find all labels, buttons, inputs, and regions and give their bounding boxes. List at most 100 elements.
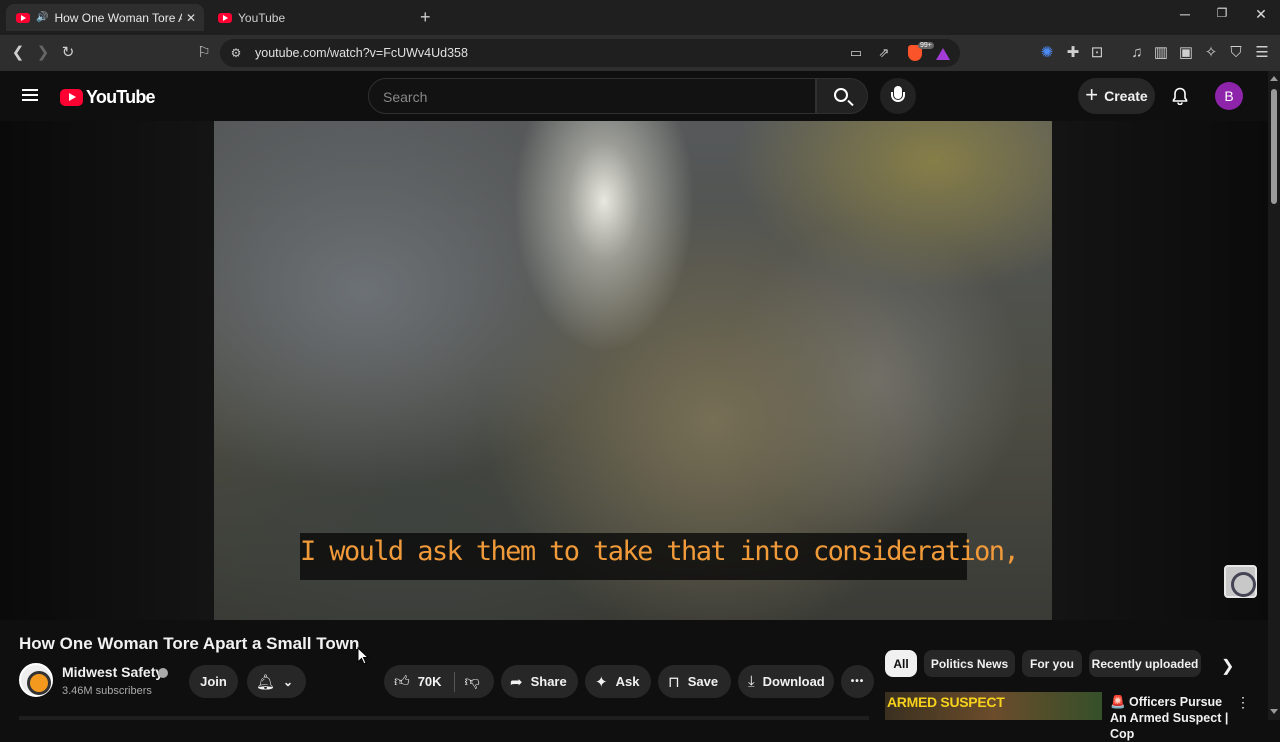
search-button[interactable] [816,78,868,114]
browser-tab-youtube[interactable]: YouTube [210,4,410,31]
recommendation-menu-icon[interactable]: ⋮ [1236,694,1250,711]
microphone-icon [891,86,905,102]
download-button[interactable]: ⤓ Download [738,665,834,698]
forward-arrow-icon[interactable]: ❯ [33,43,53,63]
tab-title: How One Woman Tore Apart [54,10,183,25]
download-icon: ⤓ [748,673,755,690]
verified-badge-icon [158,668,168,678]
chip-all[interactable]: All [885,650,917,677]
guide-menu-icon[interactable] [22,89,38,101]
more-dots-icon: ••• [850,676,865,687]
minimize-button[interactable]: ─ [1175,6,1195,22]
voice-search-button[interactable] [880,78,916,114]
shields-count-badge: 99+ [918,42,934,49]
chip-recently-uploaded[interactable]: Recently uploaded [1089,650,1201,677]
download-label: Download [762,674,825,689]
account-avatar[interactable]: B [1215,82,1243,110]
recommendation-title[interactable]: 🚨 Officers Pursue An Armed Suspect | Cop [1110,694,1230,742]
join-button[interactable]: Join [189,665,238,698]
sparkle-icon: ✦ [595,673,608,691]
sidebar-toggle-icon[interactable]: ▥ [1151,43,1171,63]
bookmark-icon[interactable]: ⚐ [194,43,214,63]
media-control-icon[interactable]: ♫ [1127,43,1147,63]
youtube-header: YouTube Search + Create B [0,71,1268,121]
page-scrollbar[interactable] [1268,71,1280,720]
video-title: How One Woman Tore Apart a Small Town [19,634,360,653]
channel-watermark-icon[interactable] [1224,565,1257,598]
notifications-bell-icon[interactable] [1171,87,1189,105]
chip-label: Recently uploaded [1091,656,1199,671]
chip-politics-news[interactable]: Politics News [924,650,1015,677]
channel-name[interactable]: Midwest Safety [62,664,163,680]
youtube-logo[interactable]: YouTube [60,87,156,108]
share-page-icon[interactable]: ⇗ [874,43,894,63]
video-caption: I would ask them to take that into consi… [300,536,1020,567]
reload-icon[interactable]: ↻ [58,43,78,63]
plus-icon: + [1085,82,1099,107]
speaker-icon[interactable]: 🔊 [36,12,48,23]
search-icon [834,88,848,102]
search-placeholder: Search [383,89,428,105]
youtube-play-logo-icon [60,89,83,106]
share-label: Share [530,674,567,689]
search-input[interactable]: Search [368,78,816,114]
bell-icon: 🔔︎ [256,673,276,691]
join-label: Join [200,674,227,689]
chip-label: Politics News [930,656,1009,671]
back-arrow-icon[interactable]: ❮ [8,43,28,63]
more-actions-button[interactable]: ••• [841,665,874,698]
save-button[interactable]: ⊓ Save [658,665,731,698]
share-arrow-icon: ➦ [510,673,523,691]
like-count[interactable]: 70K [418,674,442,689]
chip-label: All [893,656,909,671]
chip-label: For you [1030,656,1074,671]
new-tab-button[interactable]: + [420,7,431,28]
thumbnail-text: ARMED SUSPECT [887,694,1005,710]
chip-for-you[interactable]: For you [1022,650,1082,677]
url-text: youtube.com/watch?v=FcUWv4Ud358 [255,46,468,60]
ask-button[interactable]: ✦ Ask [585,665,651,698]
like-divider [453,671,455,692]
mouse-cursor-icon [357,647,369,665]
extension-globe-icon[interactable]: ✺ [1037,43,1057,63]
chevron-down-icon: ⌄ [283,674,294,689]
close-window-button[interactable]: ✕ [1251,6,1271,23]
browser-toolbar: ❮ ❯ ↻ ⚐ ⚙ youtube.com/watch?v=FcUWv4Ud35… [0,35,1280,71]
site-info-icon[interactable]: ⚙ [226,43,246,63]
like-dislike-group: 👍︎ 70K 👎︎ [384,665,494,698]
tab-close-icon[interactable]: ✕ [186,11,196,25]
screenshot-icon[interactable]: ⊡ [1087,43,1107,63]
create-button[interactable]: + Create [1078,78,1155,114]
browser-menu-icon[interactable]: ☰ [1252,43,1272,63]
youtube-favicon-icon [218,12,232,23]
scrollbar-thumb[interactable] [1271,89,1277,204]
comments-section-edge [19,716,869,720]
scroll-down-arrow-icon[interactable] [1270,709,1278,714]
youtube-logo-text: YouTube [86,87,156,107]
share-button[interactable]: ➦ Share [501,665,578,698]
scroll-up-arrow-icon[interactable] [1270,76,1278,81]
extensions-puzzle-icon[interactable]: ✚ [1063,43,1083,63]
thumbs-down-icon[interactable]: 👎︎ [465,673,480,691]
youtube-favicon-icon [16,12,30,23]
channel-avatar[interactable] [19,663,53,697]
subscriber-count: 3.46M subscribers [62,685,152,697]
chips-next-arrow-icon[interactable]: ❯ [1221,656,1234,676]
maximize-button[interactable]: ❐ [1212,6,1232,20]
leo-ai-icon[interactable]: ✧ [1201,43,1221,63]
create-label: Create [1104,88,1148,104]
bookmark-save-icon: ⊓ [668,673,680,691]
ask-label: Ask [615,674,640,689]
recommendation-thumbnail[interactable]: ARMED SUSPECT [885,692,1102,720]
address-bar[interactable]: ⚙ youtube.com/watch?v=FcUWv4Ud358 ▭ ⇗ 99… [220,39,960,67]
thumbs-up-icon[interactable]: 👍︎ [394,673,410,691]
tab-title: YouTube [238,10,286,25]
wallet-icon[interactable]: ▣ [1176,43,1196,63]
browser-tab-strip: 🔊 How One Woman Tore Apart ✕ YouTube + ─… [0,0,1280,35]
save-label: Save [687,674,719,689]
subscription-bell-button[interactable]: 🔔︎ ⌄ [247,665,306,698]
brave-rewards-icon[interactable] [936,48,950,60]
browser-tab-active[interactable]: 🔊 How One Woman Tore Apart ✕ [6,4,204,31]
vpn-shield-icon[interactable]: ⛉ [1226,43,1246,63]
cast-icon[interactable]: ▭ [846,43,866,63]
